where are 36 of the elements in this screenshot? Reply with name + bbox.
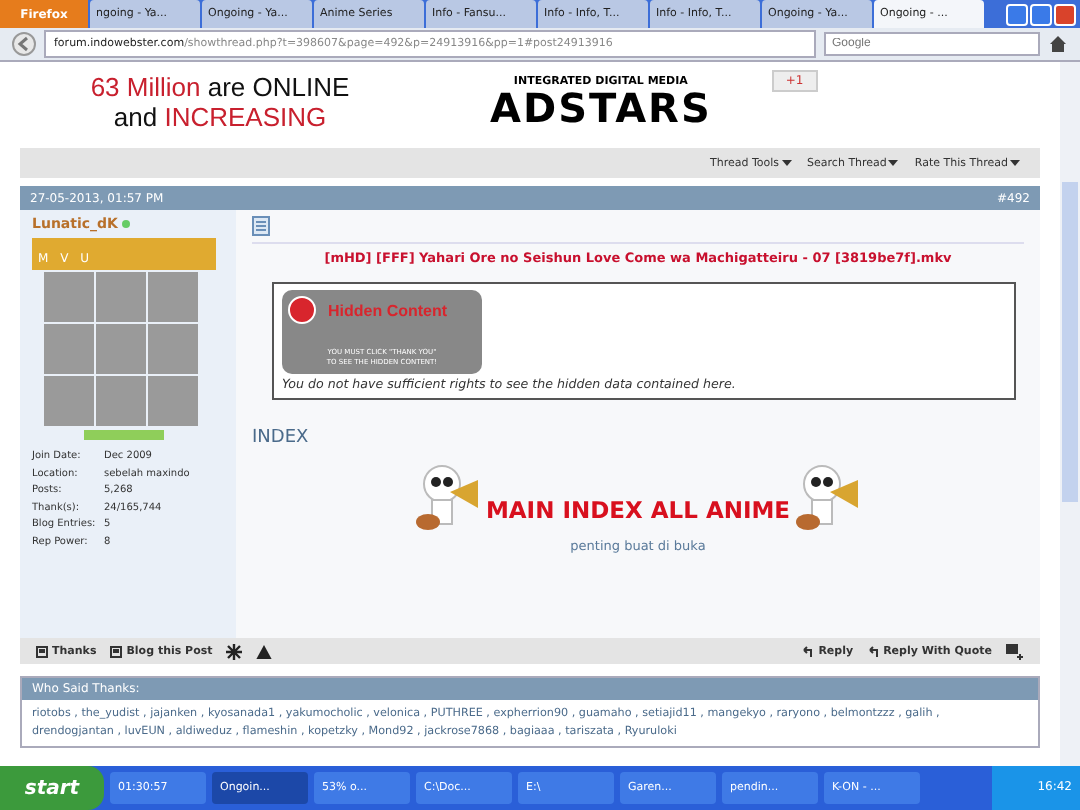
photo-placeholder xyxy=(44,324,94,374)
index-heading: INDEX xyxy=(252,428,309,448)
reputation-bar xyxy=(84,430,164,440)
photo-placeholder xyxy=(148,376,198,426)
photo-placeholder xyxy=(96,272,146,322)
caret-icon xyxy=(781,160,792,166)
document-icon xyxy=(252,216,270,236)
ad-banner-text: 63 Million are ONLINE and INCREASING xyxy=(88,72,352,132)
multiquote-icon[interactable] xyxy=(1006,643,1024,659)
reply-arrow-icon xyxy=(867,645,880,657)
start-button[interactable]: start xyxy=(0,766,104,810)
warning-icon[interactable] xyxy=(256,643,273,659)
caret-icon xyxy=(1010,160,1020,166)
cartoon-cat-drawing xyxy=(413,460,482,532)
thanks-icon xyxy=(36,645,48,657)
star-icon[interactable] xyxy=(226,643,243,659)
photo-placeholder xyxy=(44,376,94,426)
cartoon-cat-drawing xyxy=(794,460,863,532)
scrollbar[interactable] xyxy=(1060,62,1080,766)
ad-logo-text: ADSTARS xyxy=(490,88,712,128)
close-icon[interactable] xyxy=(1054,3,1076,25)
photo-placeholder xyxy=(148,324,198,374)
photo-placeholder xyxy=(44,272,94,322)
hidden-content-heading: Hidden Content xyxy=(328,301,448,319)
thanks-icon xyxy=(110,645,123,657)
back-icon[interactable] xyxy=(12,32,36,56)
photo-placeholder xyxy=(96,324,146,374)
caret-icon xyxy=(888,160,899,166)
photo-placeholder xyxy=(148,272,198,322)
minimize-icon[interactable] xyxy=(1006,3,1028,25)
maximize-icon[interactable] xyxy=(1030,3,1052,25)
reply-arrow-icon xyxy=(802,645,815,657)
info-icon xyxy=(288,296,316,324)
home-icon[interactable] xyxy=(1048,34,1068,54)
photo-placeholder xyxy=(96,376,146,426)
index-banner-text[interactable]: MAIN INDEX ALL ANIME xyxy=(485,496,791,532)
